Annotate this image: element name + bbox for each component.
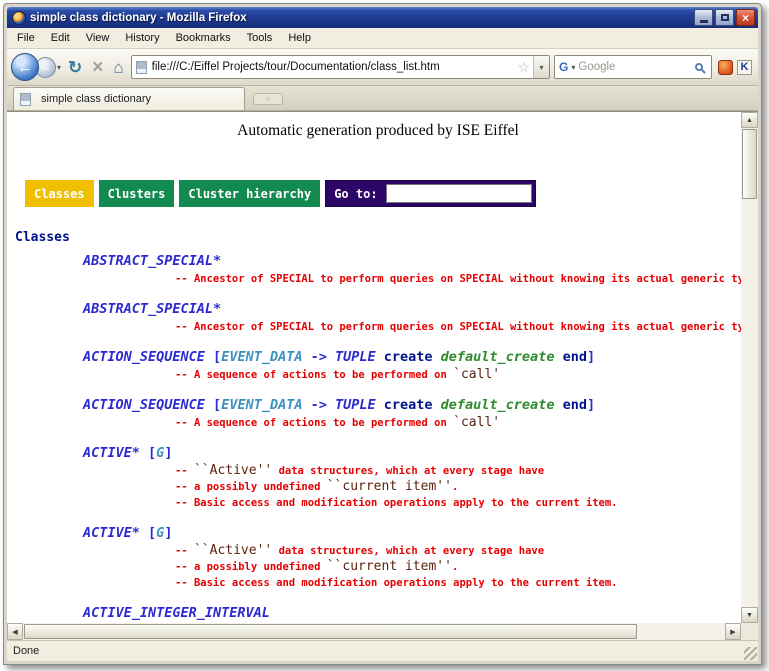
class-link[interactable]: ACTION_SEQUENCE [EVENT_DATA -> TUPLE cre… [15,349,741,365]
menu-view[interactable]: View [78,29,118,47]
class-link[interactable]: ACTIVE* [G] [15,445,741,461]
class-entry: ACTIVE* [G]-- ``Active'' data structures… [15,525,741,589]
class-comment: -- Basic access and modification operati… [15,573,741,589]
url-text[interactable]: file:///C:/Eiffel Projects/tour/Document… [152,61,515,73]
class-entry: ACTION_SEQUENCE [EVENT_DATA -> TUPLE cre… [15,349,741,381]
navigation-toolbar: ← → ▾ ↻ × ⌂ file:///C:/Eiffel Projects/t… [7,49,758,86]
url-dropdown-button[interactable]: ▾ [533,56,549,78]
document-page: Automatic generation produced by ISE Eif… [7,112,741,623]
goto-input[interactable] [386,184,532,203]
class-comment: -- A sequence of actions to be performed… [15,413,741,429]
firefox-window: simple class dictionary - Mozilla Firefo… [3,3,762,665]
class-comment: -- Ancestor of SPECIAL to perform querie… [15,269,741,285]
tab-strip-stub[interactable]: ⁘ [253,93,283,105]
menu-bookmarks[interactable]: Bookmarks [168,29,239,47]
clusters-button[interactable]: Clusters [99,180,175,207]
back-button[interactable]: ← [11,53,39,81]
class-comment: -- ``Active'' data structures, which at … [15,461,741,477]
vertical-scrollbar[interactable]: ▲ ▼ [741,112,758,623]
class-entries: ABSTRACT_SPECIAL*-- Ancestor of SPECIAL … [15,253,741,621]
minimize-icon [700,20,708,23]
horizontal-scrollbar-thumb[interactable] [24,624,637,639]
class-entry: ABSTRACT_SPECIAL*-- Ancestor of SPECIAL … [15,301,741,333]
firefox-app-icon [12,11,26,25]
scroll-right-button[interactable]: ▶ [725,623,741,640]
doc-nav-row: Classes Clusters Cluster hierarchy Go to… [25,180,741,207]
menu-tools[interactable]: Tools [239,29,281,47]
search-input[interactable] [578,61,692,73]
maximize-button[interactable] [715,9,734,26]
search-magnifier-icon[interactable] [695,63,703,71]
menu-history[interactable]: History [117,29,167,47]
class-link[interactable]: ABSTRACT_SPECIAL* [15,301,741,317]
status-text: Done [13,645,39,657]
stop-button[interactable]: × [89,58,106,77]
menu-bar: File Edit View History Bookmarks Tools H… [7,28,758,49]
class-entry: ACTIVE_INTEGER_INTERVAL [15,605,741,621]
tab-favicon [20,93,31,106]
scroll-up-button[interactable]: ▲ [741,112,758,128]
tab-bar: simple class dictionary ⁘ [7,86,758,111]
menu-file[interactable]: File [9,29,43,47]
window-title: simple class dictionary - Mozilla Firefo… [30,12,694,24]
class-entry: ACTION_SEQUENCE [EVENT_DATA -> TUPLE cre… [15,397,741,429]
tab-simple-class-dictionary[interactable]: simple class dictionary [13,87,245,110]
class-link[interactable]: ACTION_SEQUENCE [EVENT_DATA -> TUPLE cre… [15,397,741,413]
menu-help[interactable]: Help [280,29,319,47]
bookmark-star-icon[interactable]: ☆ [514,59,533,76]
class-entry: ABSTRACT_SPECIAL*-- Ancestor of SPECIAL … [15,253,741,285]
resize-grip[interactable] [744,647,757,660]
scrollbar-corner [741,623,758,640]
minimize-button[interactable] [694,9,713,26]
class-link[interactable]: ACTIVE* [G] [15,525,741,541]
classes-section-title: Classes [15,230,741,246]
class-comment: -- Ancestor of SPECIAL to perform querie… [15,317,741,333]
url-bar[interactable]: file:///C:/Eiffel Projects/tour/Document… [131,55,550,79]
vertical-scrollbar-thumb[interactable] [742,129,757,199]
goto-group: Go to: [325,180,535,207]
addon-icon-1[interactable] [718,60,733,75]
google-engine-icon[interactable]: G [559,60,568,74]
tab-label: simple class dictionary [41,93,151,105]
scroll-left-button[interactable]: ◀ [7,623,23,640]
class-entry: ACTIVE* [G]-- ``Active'' data structures… [15,445,741,509]
title-bar[interactable]: simple class dictionary - Mozilla Firefo… [7,7,758,28]
menu-edit[interactable]: Edit [43,29,78,47]
class-link[interactable]: ACTIVE_INTEGER_INTERVAL [15,605,741,621]
browser-viewport: Automatic generation produced by ISE Eif… [7,111,758,640]
class-comment: -- Basic access and modification operati… [15,493,741,509]
page-favicon [136,61,147,74]
cluster-hierarchy-button[interactable]: Cluster hierarchy [179,180,320,207]
classes-button[interactable]: Classes [25,180,94,207]
maximize-icon [721,14,729,21]
class-comment: -- a possibly undefined ``current item''… [15,477,741,493]
scroll-down-button[interactable]: ▼ [741,607,758,623]
home-button[interactable]: ⌂ [110,59,126,76]
page-title: Automatic generation produced by ISE Eif… [15,122,741,140]
addon-icon-2[interactable]: K [737,60,752,75]
close-button[interactable]: × [736,9,755,26]
class-comment: -- A sequence of actions to be performed… [15,365,741,381]
goto-label: Go to: [326,187,385,201]
status-bar: Done [7,640,758,661]
class-comment: -- ``Active'' data structures, which at … [15,541,741,557]
reload-button[interactable]: ↻ [65,59,85,76]
search-box[interactable]: G ▾ [554,55,712,79]
class-comment: -- a possibly undefined ``current item''… [15,557,741,573]
history-dropdown-icon[interactable]: ▾ [57,63,61,72]
horizontal-scrollbar[interactable]: ◀ ▶ [7,623,741,640]
search-engine-dropdown-icon[interactable]: ▾ [571,63,575,72]
class-link[interactable]: ABSTRACT_SPECIAL* [15,253,741,269]
